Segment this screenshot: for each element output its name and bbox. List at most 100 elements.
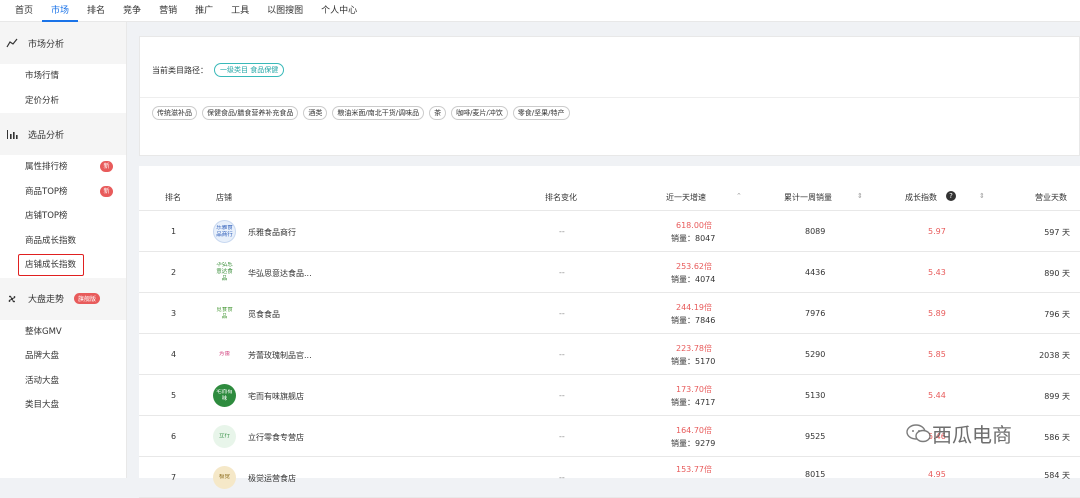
fan-icon (6, 293, 18, 305)
rank-cell: 4 (171, 350, 177, 359)
shop-logo: 华弘思意达食品 (213, 261, 236, 284)
table-header: 排名 店铺 排名变化 近一天增速 ⌃ 累计一周销量 ⇕ 成长指数 ? ⇕ 营业天… (139, 166, 1080, 211)
sidebar-item-label: 活动大盘 (25, 375, 60, 386)
subcategory-chips: 传统滋补品 保健食品/膳食营养补充食品 酒类 粮油米面/南北干货/调味品 茶 咖… (152, 106, 570, 120)
sales-count: 销量：8047 (671, 234, 716, 243)
help-icon[interactable]: ? (946, 191, 956, 201)
chip-snacks[interactable]: 零食/坚果/特产 (512, 106, 570, 120)
sidebar-item-label: 品牌大盘 (25, 351, 60, 361)
nav-personal-center[interactable]: 个人中心 (312, 0, 366, 22)
sort-icon[interactable]: ⇕ (979, 192, 985, 200)
wechat-icon (906, 423, 931, 442)
shop-name[interactable]: 华弘思意达食品... (248, 268, 312, 279)
days-cell: 584 天 (1044, 471, 1070, 480)
sidebar-section-market-trend[interactable]: 大盘走势 旗舰版 (0, 277, 126, 320)
nav-competition[interactable]: 竞争 (114, 0, 150, 22)
table-row[interactable]: 4 芳蕾 芳蕾玫瑰制品官... -- 223.78倍 销量：5170 5290 … (139, 334, 1080, 375)
days-cell: 2038 天 (1039, 351, 1070, 360)
sidebar-item-activity-market[interactable]: 活动大盘 (0, 369, 126, 394)
shop-logo-text: 宅而有味 (216, 388, 233, 402)
speed-multiple: 164.70倍 (676, 426, 712, 435)
growth-index-cell: 5.44 (928, 391, 946, 400)
nav-tools[interactable]: 工具 (222, 0, 258, 22)
sales-count: 销量：4717 (671, 398, 716, 407)
main-content: 当前类目路径： 一级类目 食品保健 传统滋补品 保健食品/膳食营养补充食品 酒类… (128, 22, 1080, 498)
sort-icon[interactable]: ⇕ (857, 192, 863, 200)
sales-count: 销量：7846 (671, 316, 716, 325)
rank-cell: 5 (171, 391, 177, 400)
category-path: 当前类目路径： 一级类目 食品保健 (152, 63, 285, 77)
nav-home[interactable]: 首页 (6, 0, 42, 22)
chip-liquor[interactable]: 酒类 (303, 106, 328, 120)
table-row[interactable]: 2 华弘思意达食品 华弘思意达食品... -- 253.62倍 销量：4074 … (139, 252, 1080, 293)
chip-coffee[interactable]: 咖啡/麦片/冲饮 (451, 106, 508, 120)
header-shop: 店铺 (216, 193, 232, 202)
sidebar-item-label: 属性排行榜 (25, 162, 68, 172)
sidebar-item-brand-market[interactable]: 品牌大盘 (0, 344, 126, 369)
new-badge: 新 (100, 161, 113, 172)
top-navigation: 首页 市场 排名 竞争 营销 推广 工具 以图搜图 个人中心 (0, 0, 1080, 22)
shop-logo-text: 立行 (218, 433, 230, 439)
shop-name[interactable]: 宅而有味旗舰店 (248, 391, 304, 402)
sidebar-item-attribute-ranking[interactable]: 属性排行榜 新 (0, 155, 126, 180)
sidebar-item-pricing-analysis[interactable]: 定价分析 (0, 89, 126, 114)
weekly-sales-cell: 7976 (805, 309, 826, 318)
sidebar-item-product-top[interactable]: 商品TOP榜 新 (0, 180, 126, 205)
sidebar-section-label: 选品分析 (28, 130, 65, 141)
shop-name[interactable]: 极觉运营食店 (248, 473, 296, 484)
chip-traditional-tonic[interactable]: 传统滋补品 (152, 106, 197, 120)
sidebar-item-label: 类目大盘 (25, 400, 60, 410)
shop-name[interactable]: 乐雅食品商行 (248, 227, 296, 238)
shop-logo-text: 华弘思意达食品 (216, 262, 233, 282)
sidebar-item-category-market[interactable]: 类目大盘 (0, 393, 126, 418)
rank-cell: 2 (171, 268, 177, 277)
category-path-tag[interactable]: 一级类目 食品保健 (214, 63, 285, 77)
nav-marketing[interactable]: 营销 (150, 0, 186, 22)
rank-change-cell: -- (559, 309, 565, 318)
sidebar-section-market-analysis[interactable]: 市场分析 (0, 22, 126, 64)
weekly-sales-cell: 9525 (805, 432, 826, 441)
sidebar: 市场分析 市场行情 定价分析 选品分析 属性排行榜新 商品TOP榜新 店铺TOP… (0, 22, 127, 478)
speed-multiple: 244.19倍 (676, 303, 712, 312)
shop-logo: 芳蕾 (213, 343, 236, 366)
shop-name[interactable]: 觅食食品 (248, 309, 280, 320)
sidebar-section-product-selection[interactable]: 选品分析 (0, 113, 126, 155)
weekly-sales-cell: 4436 (805, 268, 826, 277)
chip-tea[interactable]: 茶 (429, 106, 447, 120)
table-row[interactable]: 3 觅食食品 觅食食品 -- 244.19倍 销量：7846 7976 5.89… (139, 293, 1080, 334)
shop-name[interactable]: 立行零食专营店 (248, 432, 304, 443)
rank-change-cell: -- (559, 391, 565, 400)
nav-market[interactable]: 市场 (42, 0, 79, 22)
growth-index-cell: 5.85 (928, 350, 946, 359)
highlight-box (18, 254, 84, 276)
sort-asc-icon[interactable]: ⌃ (736, 192, 742, 200)
header-weekly-sales[interactable]: 累计一周销量 (784, 192, 832, 203)
nav-ranking[interactable]: 排名 (78, 0, 114, 22)
sidebar-item-label: 店铺TOP榜 (25, 211, 68, 221)
sidebar-item-shop-growth[interactable]: 店铺成长指数 (0, 253, 126, 278)
rank-cell: 1 (171, 227, 177, 236)
header-speed[interactable]: 近一天增速 (666, 192, 706, 203)
table-row[interactable]: 1 乐雅食品商行 乐雅食品商行 -- 618.00倍 销量：8047 8089 … (139, 211, 1080, 252)
weekly-sales-cell: 5290 (805, 350, 826, 359)
sidebar-item-market-trend[interactable]: 市场行情 (0, 64, 126, 89)
nav-image-search[interactable]: 以图搜图 (258, 0, 312, 22)
days-cell: 890 天 (1044, 269, 1070, 278)
sidebar-item-label: 市场行情 (25, 71, 60, 81)
line-chart-icon (6, 37, 18, 49)
shop-name[interactable]: 芳蕾玫瑰制品官... (248, 350, 312, 361)
chip-grain-oil[interactable]: 粮油米面/南北干货/调味品 (332, 106, 425, 120)
chip-health-food[interactable]: 保健食品/膳食营养补充食品 (202, 106, 299, 120)
sidebar-item-shop-top[interactable]: 店铺TOP榜 (0, 204, 126, 229)
days-cell: 796 天 (1044, 310, 1070, 319)
new-badge: 新 (100, 185, 113, 197)
rank-change-cell: -- (559, 227, 565, 236)
sidebar-item-product-growth[interactable]: 商品成长指数 (0, 229, 126, 254)
nav-promotion[interactable]: 推广 (186, 0, 222, 22)
sidebar-item-overall-gmv[interactable]: 整体GMV (0, 320, 126, 345)
days-cell: 586 天 (1044, 433, 1070, 442)
header-rank: 排名 (165, 193, 181, 202)
sales-count: 销量：5170 (671, 357, 716, 366)
table-row[interactable]: 5 宅而有味 宅而有味旗舰店 -- 173.70倍 销量：4717 5130 5… (139, 375, 1080, 416)
header-growth-index[interactable]: 成长指数 (905, 192, 937, 203)
